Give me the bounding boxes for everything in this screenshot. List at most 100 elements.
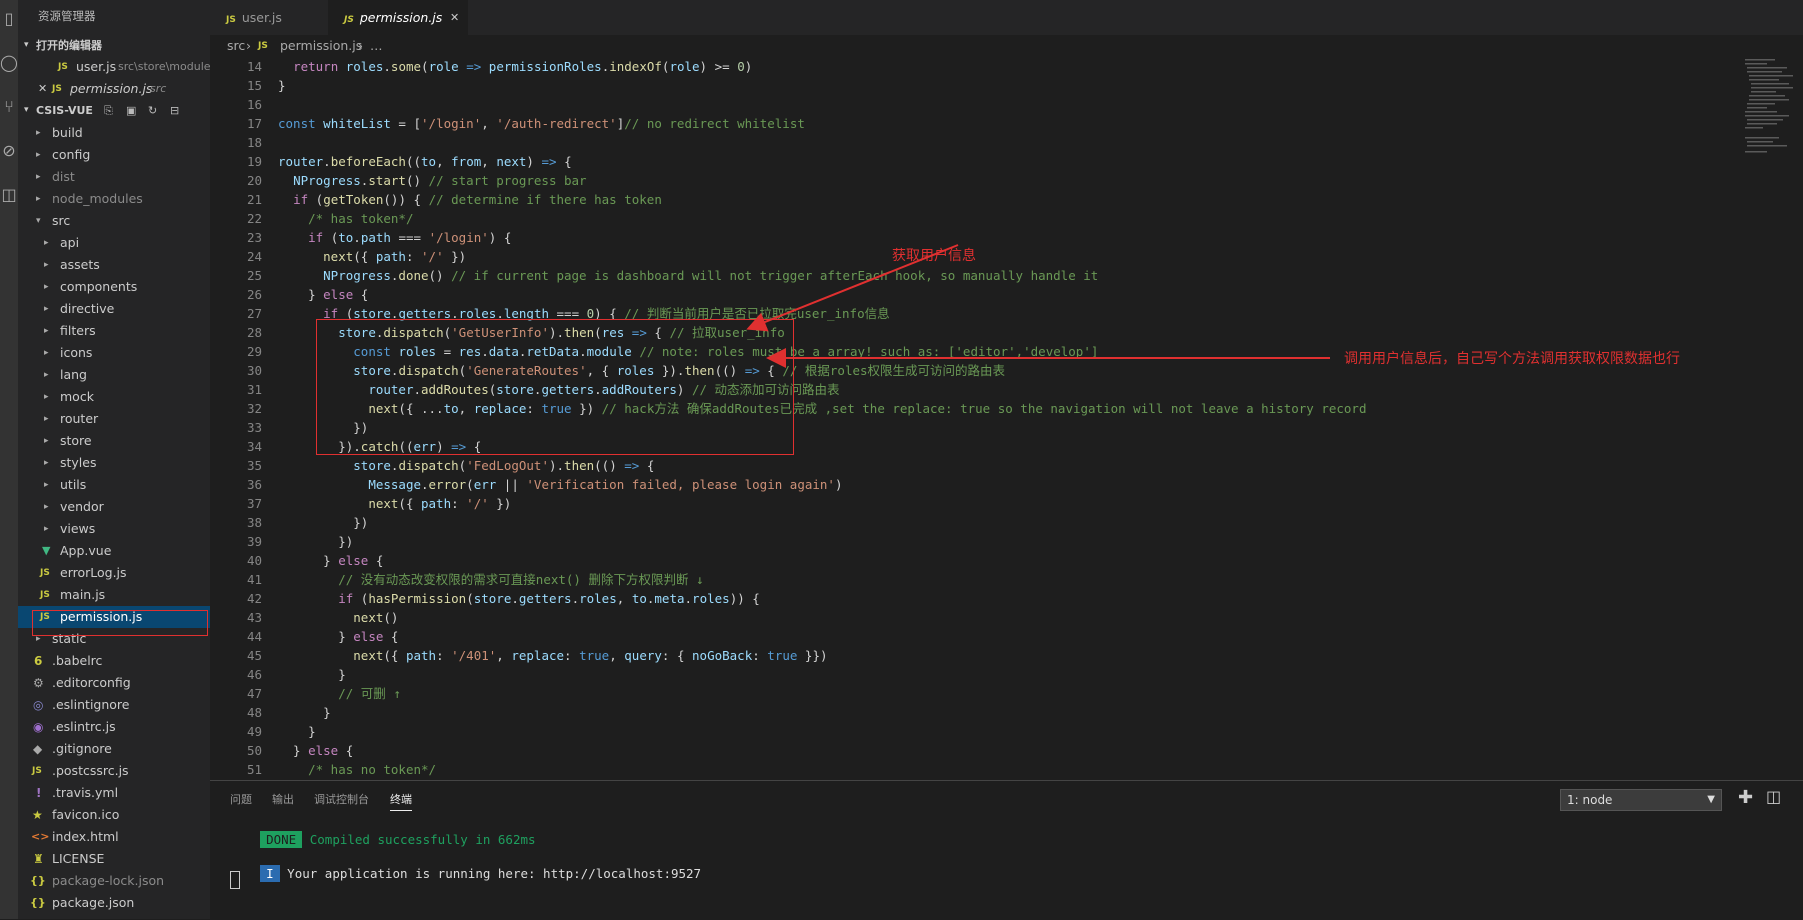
tree-folder[interactable]: ▸ utils xyxy=(18,474,210,496)
debug-icon[interactable]: ⊘ xyxy=(0,140,18,162)
tree-file[interactable]: JS errorLog.js xyxy=(18,562,210,584)
close-icon[interactable]: ✕ xyxy=(450,0,459,35)
tree-file[interactable]: <> index.html xyxy=(18,826,210,848)
tree-folder[interactable]: ▸ config xyxy=(18,144,210,166)
code-editor[interactable]: 14 15 16 17 18 19 20 21 22 23 24 25 26 27 28 29 30 31 32 33… xyxy=(210,57,1803,780)
tree-folder[interactable]: ▸ node_modules xyxy=(18,188,210,210)
tree-file[interactable]: {} package-lock.json xyxy=(18,870,210,892)
tree-file[interactable]: {} package.json xyxy=(18,892,210,914)
annotation-box-file xyxy=(32,610,208,636)
tab-problems[interactable]: 问题 xyxy=(230,791,252,807)
code-line: } xyxy=(278,78,286,93)
tab-output[interactable]: 输出 xyxy=(272,791,294,807)
tree-file[interactable]: 6 .babelrc xyxy=(18,650,210,672)
activity-bar: ▯ ◯ ⑂ ⊘ ◫ xyxy=(0,0,18,919)
tree-file[interactable]: ♜ LICENSE xyxy=(18,848,210,870)
tree-folder[interactable]: ▸ filters xyxy=(18,320,210,342)
tree-file[interactable]: ! .travis.yml xyxy=(18,782,210,804)
chevron-right-icon: ▸ xyxy=(36,150,41,160)
tab-user-js[interactable]: JS user.js xyxy=(210,0,328,35)
tree-folder[interactable]: ▸ components xyxy=(18,276,210,298)
breadcrumb: src › JS permission.js › … xyxy=(210,35,1803,57)
chevron-down-icon: ▾ xyxy=(24,40,29,50)
json-icon: {} xyxy=(30,874,46,887)
terminal-line-info: I Your application is running here: http… xyxy=(230,851,701,896)
tree-folder[interactable]: ▸ store xyxy=(18,430,210,452)
tree-folder[interactable]: ▸ views xyxy=(18,518,210,540)
tree-file[interactable]: ◉ .eslintrc.js xyxy=(18,716,210,738)
project-header[interactable]: ▾ CSIS-VUE ⎘ ▣ ↻ ⊟ xyxy=(18,100,210,121)
explorer-icon[interactable]: ▯ xyxy=(0,8,18,30)
terminal-cursor[interactable] xyxy=(230,871,240,889)
tree-file[interactable]: JS .postcssrc.js xyxy=(18,760,210,782)
tree-file[interactable]: ◆ .gitignore xyxy=(18,738,210,760)
tree-folder[interactable]: ▸ build xyxy=(18,122,210,144)
breadcrumb-src[interactable]: src xyxy=(227,35,245,57)
code-line: } xyxy=(278,667,346,682)
annotation-box-code xyxy=(316,319,794,455)
tree-folder[interactable]: ▸ vendor xyxy=(18,496,210,518)
chevron-right-icon: ▸ xyxy=(44,458,49,468)
extensions-icon[interactable]: ◫ xyxy=(0,184,18,206)
collapse-all-icon[interactable]: ⊟ xyxy=(170,100,179,121)
open-editor-permission-js[interactable]: ✕ JS permission.js src xyxy=(18,78,210,100)
tree-file[interactable]: JS main.js xyxy=(18,584,210,606)
code-line: } xyxy=(278,705,331,720)
chevron-right-icon: ▸ xyxy=(44,282,49,292)
tree-folder[interactable]: ▸ lang xyxy=(18,364,210,386)
tab-permission-js[interactable]: JS permission.js ✕ xyxy=(328,0,468,35)
chevron-right-icon: ▸ xyxy=(44,502,49,512)
close-icon[interactable]: ✕ xyxy=(38,78,47,100)
tree-folder[interactable]: ▸ mock xyxy=(18,386,210,408)
tree-folder[interactable]: ▾ src xyxy=(18,210,210,232)
tree-folder[interactable]: ▸ api xyxy=(18,232,210,254)
line-number: 19 xyxy=(246,154,262,169)
search-icon[interactable]: ◯ xyxy=(0,52,18,74)
tree-file[interactable]: ⚙ .editorconfig xyxy=(18,672,210,694)
open-editors-header[interactable]: ▾ 打开的编辑器 xyxy=(18,35,210,56)
source-control-icon[interactable]: ⑂ xyxy=(0,96,18,118)
line-number: 43 xyxy=(246,610,262,625)
line-number: 28 xyxy=(246,325,262,340)
code-line: router.beforeEach((to, from, next) => { xyxy=(278,154,572,169)
split-terminal-icon[interactable]: ◫ xyxy=(1766,787,1781,806)
tree-folder[interactable]: ▸ dist xyxy=(18,166,210,188)
line-number: 39 xyxy=(246,534,262,549)
line-number: 18 xyxy=(246,135,262,150)
line-number: 21 xyxy=(246,192,262,207)
line-number: 24 xyxy=(246,249,262,264)
tree-folder[interactable]: ▸ assets xyxy=(18,254,210,276)
star-icon: ★ xyxy=(32,808,43,822)
new-folder-icon[interactable]: ▣ xyxy=(126,100,136,121)
minimap[interactable] xyxy=(1745,57,1795,187)
new-file-icon[interactable]: ⎘ xyxy=(104,100,113,121)
breadcrumb-file[interactable]: permission.js xyxy=(280,35,362,57)
bottom-panel: 问题 输出 调试控制台 终端 1: node ▼ ✚ ◫ DONE Compil… xyxy=(210,780,1803,920)
code-line: if (hasPermission(store.getters.roles, t… xyxy=(338,591,760,606)
refresh-icon[interactable]: ↻ xyxy=(148,100,157,121)
tree-file[interactable]: ◎ .eslintignore xyxy=(18,694,210,716)
line-number: 17 xyxy=(246,116,262,131)
tree-folder[interactable]: ▸ icons xyxy=(18,342,210,364)
js-file-icon: JS xyxy=(344,15,354,25)
line-number: 37 xyxy=(246,496,262,511)
tree-folder[interactable]: ▸ directive xyxy=(18,298,210,320)
tree-file[interactable]: ▼ App.vue xyxy=(18,540,210,562)
line-number: 35 xyxy=(246,458,262,473)
tree-folder[interactable]: ▸ styles xyxy=(18,452,210,474)
code-line: store.dispatch('FedLogOut').then(() => { xyxy=(353,458,655,473)
line-number: 42 xyxy=(246,591,262,606)
line-number: 16 xyxy=(246,97,262,112)
breadcrumb-symbol[interactable]: … xyxy=(370,35,383,57)
line-number: 38 xyxy=(246,515,262,530)
tree-file[interactable]: ★ favicon.ico xyxy=(18,804,210,826)
tab-terminal[interactable]: 终端 xyxy=(390,791,412,811)
add-terminal-icon[interactable]: ✚ xyxy=(1738,787,1753,808)
tab-debug-console[interactable]: 调试控制台 xyxy=(314,791,369,807)
tree-folder[interactable]: ▸ router xyxy=(18,408,210,430)
terminal-select[interactable]: 1: node ▼ xyxy=(1560,789,1722,811)
yaml-icon: ! xyxy=(36,786,42,800)
open-editor-user-js[interactable]: JS user.js src\store\modules xyxy=(18,56,210,78)
chevron-right-icon: ▸ xyxy=(44,348,49,358)
eslint-icon: ◉ xyxy=(33,720,44,734)
